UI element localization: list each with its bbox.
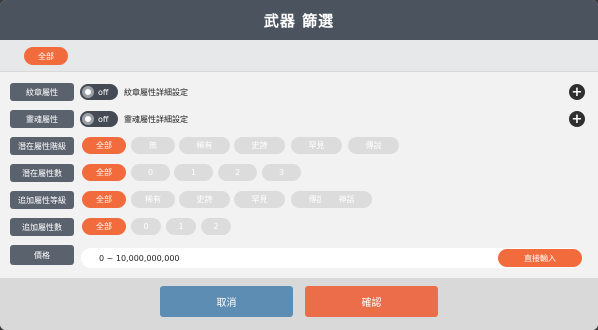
soul-attribute-label: 靈魂屬性 xyxy=(10,110,74,128)
soul-attribute-toggle[interactable]: off xyxy=(80,111,118,127)
potential-grade-option[interactable]: 全部 xyxy=(82,137,126,154)
potential-count-option[interactable]: 1 xyxy=(174,164,213,181)
additional-grade-option[interactable]: 稀有 xyxy=(131,191,175,208)
potential-grade-option[interactable]: 傳說 xyxy=(348,137,399,154)
emblem-attribute-label: 紋章屬性 xyxy=(10,83,74,101)
emblem-attribute-toggle[interactable]: off xyxy=(80,84,118,100)
weapon-filter-dialog: 武器 篩選 全部 紋章屬性 off 紋章屬性詳細設定 + 靈魂屬性 off 靈魂… xyxy=(0,0,598,330)
potential-count-option[interactable]: 2 xyxy=(218,164,257,181)
additional-grade-option[interactable]: 神話 xyxy=(321,191,372,208)
additional-count-option[interactable]: 2 xyxy=(201,218,231,235)
top-filter-strip xyxy=(0,40,598,72)
toggle-knob xyxy=(82,113,94,125)
additional-grade-label: 追加屬性等級 xyxy=(10,191,74,209)
potential-grade-option[interactable]: 稀有 xyxy=(179,137,230,154)
additional-count-option[interactable]: 全部 xyxy=(82,218,126,235)
direct-input-button[interactable]: 直接輸入 xyxy=(498,249,582,267)
dialog-title: 武器 篩選 xyxy=(0,0,598,40)
additional-count-label: 追加屬性數 xyxy=(10,218,74,236)
price-label: 價格 xyxy=(10,245,74,265)
potential-grade-option[interactable]: 無 xyxy=(131,137,175,154)
soul-detail-label: 靈魂屬性詳細設定 xyxy=(124,114,188,124)
potential-count-option[interactable]: 全部 xyxy=(82,164,126,181)
additional-count-option[interactable]: 0 xyxy=(131,218,161,235)
toggle-state: off xyxy=(98,114,109,124)
potential-grade-option[interactable]: 罕見 xyxy=(291,137,342,154)
potential-grade-option[interactable]: 史詩 xyxy=(234,137,285,154)
toggle-state: off xyxy=(98,87,109,97)
additional-count-option[interactable]: 1 xyxy=(166,218,196,235)
additional-grade-option[interactable]: 史詩 xyxy=(179,191,230,208)
toggle-knob xyxy=(82,86,94,98)
emblem-detail-label: 紋章屬性詳細設定 xyxy=(124,87,188,97)
additional-grade-option[interactable]: 罕見 xyxy=(234,191,285,208)
potential-count-option[interactable]: 0 xyxy=(131,164,170,181)
potential-grade-label: 潛在屬性階級 xyxy=(10,137,74,155)
additional-grade-option[interactable]: 全部 xyxy=(82,191,126,208)
cancel-button[interactable]: 取消 xyxy=(160,286,293,317)
potential-count-label: 潛在屬性數 xyxy=(10,164,74,182)
potential-count-option[interactable]: 3 xyxy=(262,164,301,181)
confirm-button[interactable]: 確認 xyxy=(305,286,438,317)
dialog-footer xyxy=(0,278,598,330)
price-range-value: 0 ~ 10,000,000,000 xyxy=(99,253,180,263)
top-filter-all-button[interactable]: 全部 xyxy=(24,47,68,65)
emblem-add-icon[interactable]: + xyxy=(569,84,585,100)
soul-add-icon[interactable]: + xyxy=(569,111,585,127)
